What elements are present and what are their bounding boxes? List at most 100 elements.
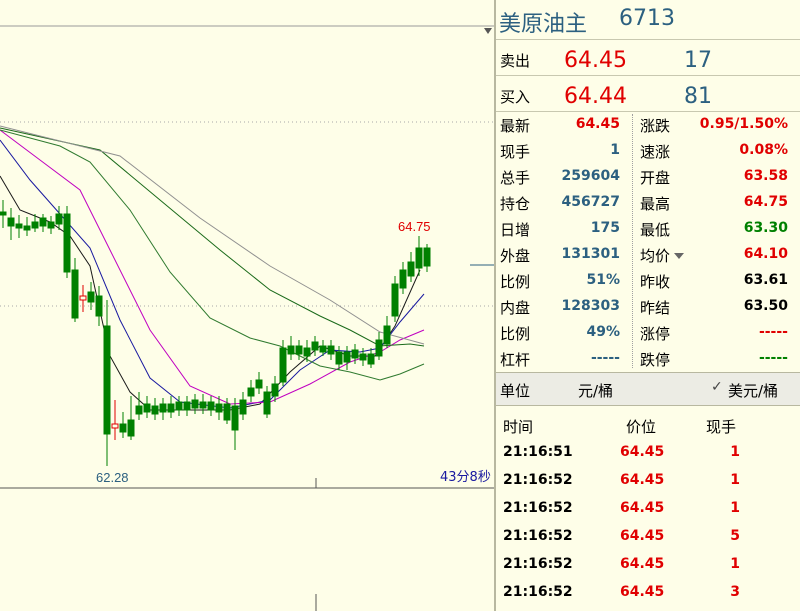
tick-price: 64.45 — [620, 444, 665, 460]
ticks-header-time: 时间 — [503, 418, 534, 436]
sell-volume: 17 — [684, 48, 712, 73]
tick-volume: 1 — [730, 500, 740, 516]
candle — [119, 423, 127, 433]
quote-row: 总手 259604 开盘 63.58 — [496, 164, 800, 190]
quote-row-right-value: 0.08% — [739, 142, 788, 158]
quote-row: 外盘 131301 均价 64.10 — [496, 242, 800, 268]
quote-row: 内盘 128303 昨结 63.50 — [496, 294, 800, 320]
candle — [399, 269, 407, 289]
unit-usd-option[interactable]: 美元/桶 — [728, 380, 778, 401]
quote-row-left-value: 64.45 — [575, 116, 620, 132]
quote-row-right-value: 63.58 — [743, 168, 788, 184]
candle — [87, 291, 95, 303]
candle — [47, 221, 55, 229]
candle — [415, 247, 423, 269]
ticks-header-volume: 现手 — [706, 418, 737, 436]
quote-title: 美原油主 6713 — [496, 0, 800, 40]
candle — [127, 419, 135, 437]
sell-price: 64.45 — [564, 48, 627, 73]
candle — [335, 351, 343, 365]
tick-volume: 1 — [730, 472, 740, 488]
candle — [175, 401, 183, 411]
ticks-header: 时间 价位 现手 — [496, 412, 800, 436]
quote-row-right-value: 63.30 — [743, 220, 788, 236]
buy-volume: 81 — [684, 84, 712, 109]
quote-row-right-label: 均价 — [640, 247, 671, 265]
tick-volume: 3 — [730, 584, 740, 600]
unit-cny-option[interactable]: 元/桶 — [578, 380, 613, 401]
quote-row-left-label: 比例 — [500, 325, 531, 343]
candle — [215, 403, 223, 413]
tick-volume: 1 — [730, 444, 740, 460]
candle — [383, 325, 391, 345]
tick-row: 21:16:52 64.45 3 — [496, 578, 800, 606]
candle — [39, 217, 47, 227]
candle — [0, 211, 7, 216]
ticks-header-price: 价位 — [626, 418, 657, 436]
candle — [263, 391, 271, 415]
candle — [295, 345, 303, 355]
sell-row[interactable]: 卖出 64.45 17 — [496, 40, 800, 76]
candle — [255, 379, 263, 389]
quote-row: 现手 1 速涨 0.08% — [496, 138, 800, 164]
quote-row-right-value: ----- — [758, 350, 788, 366]
candle — [231, 405, 239, 431]
quote-row-right-label: 涨停 — [640, 325, 671, 343]
tick-price: 64.45 — [620, 584, 665, 600]
tick-volume: 1 — [730, 556, 740, 572]
candle — [303, 347, 311, 357]
candle — [407, 261, 415, 277]
quote-row-right-label: 昨结 — [640, 299, 671, 317]
tick-volume: 5 — [730, 528, 740, 544]
quote-row-left-value: 49% — [586, 324, 620, 340]
quote-row-right-label: 昨收 — [640, 273, 671, 291]
candle — [103, 325, 111, 435]
candle — [95, 295, 103, 317]
candle — [375, 339, 383, 357]
unit-row: 单位 元/桶 ✓ 美元/桶 — [496, 372, 800, 406]
dropdown-arrow-icon[interactable] — [674, 253, 684, 259]
buy-row[interactable]: 买入 64.44 81 — [496, 76, 800, 112]
candle — [343, 351, 351, 363]
quote-row-left-label: 日增 — [500, 221, 531, 239]
quote-row-right-label: 开盘 — [640, 169, 671, 187]
candle — [279, 347, 287, 383]
quote-row-left-value: 131301 — [561, 246, 620, 262]
quote-row-left-value: ----- — [590, 350, 620, 366]
quote-row-right-value: 64.10 — [743, 246, 788, 262]
candle — [359, 353, 367, 361]
quote-row: 最新 64.45 涨跌 0.95/1.50% — [496, 112, 800, 138]
tick-row: 21:16:51 64.45 1 — [496, 438, 800, 466]
candle — [199, 401, 207, 409]
quote-row-left-value: 1 — [610, 142, 620, 158]
candle — [391, 283, 399, 317]
kline-chart[interactable]: 64.75 62.28 43分8秒 — [0, 0, 494, 611]
instrument-name: 美原油主 — [499, 12, 588, 37]
candle — [79, 295, 87, 301]
sell-label: 卖出 — [500, 52, 531, 70]
candle — [183, 401, 191, 411]
quote-row-right-label: 最低 — [640, 221, 671, 239]
candle — [111, 423, 119, 429]
low-price-label: 62.28 — [96, 470, 129, 485]
buy-label: 买入 — [500, 88, 531, 106]
candle — [247, 387, 255, 397]
tick-price: 64.45 — [620, 472, 665, 488]
quote-row-right-label: 最高 — [640, 195, 671, 213]
candle — [287, 345, 295, 355]
candle — [143, 403, 151, 413]
quote-row-left-label: 总手 — [500, 169, 531, 187]
candle — [239, 399, 247, 415]
candle — [55, 213, 63, 225]
candle — [63, 213, 71, 273]
candle — [159, 403, 167, 413]
quote-row-right-value: 63.50 — [743, 298, 788, 314]
quote-row: 比例 51% 昨收 63.61 — [496, 268, 800, 294]
tick-row: 21:16:52 64.45 1 — [496, 550, 800, 578]
candle — [31, 221, 39, 229]
quote-row-left-label: 现手 — [500, 143, 531, 161]
tick-time: 21:16:52 — [503, 556, 573, 572]
candle — [319, 345, 327, 353]
buy-price: 64.44 — [564, 84, 627, 109]
quote-row-right-label: 速涨 — [640, 143, 671, 161]
